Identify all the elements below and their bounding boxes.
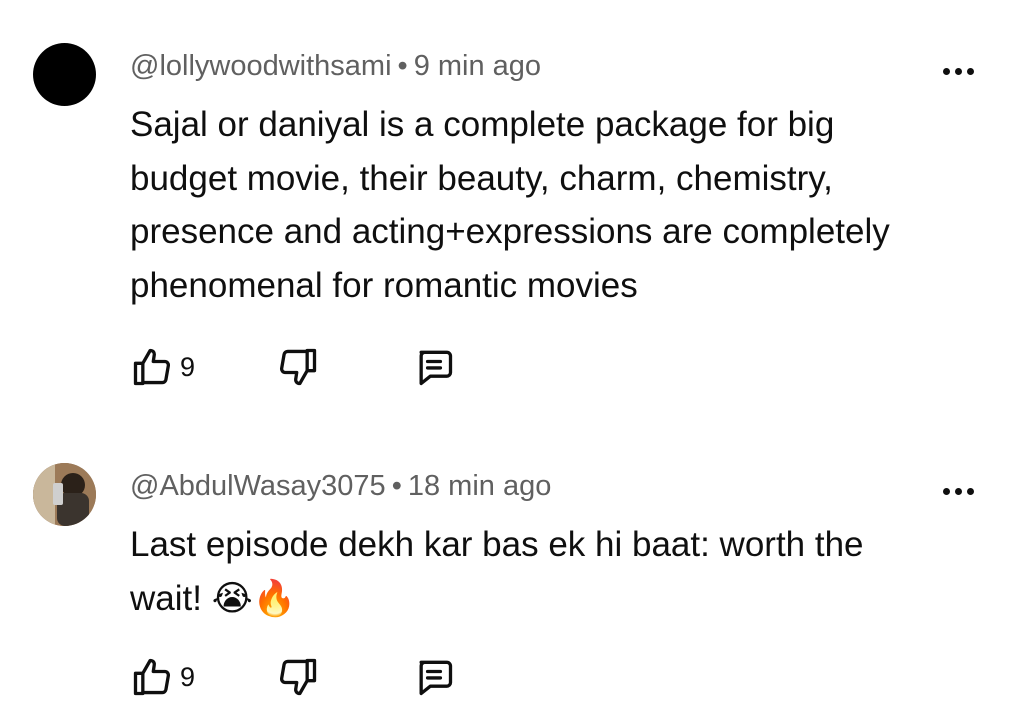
thumbs-down-icon — [276, 345, 320, 389]
like-count: 9 — [180, 661, 196, 692]
thumbs-up-icon — [130, 345, 174, 389]
reply-button[interactable] — [412, 345, 456, 389]
separator: • — [397, 50, 408, 82]
dislike-button[interactable] — [276, 345, 320, 389]
like-button[interactable]: 9 — [130, 655, 195, 699]
like-button[interactable]: 9 — [130, 345, 195, 389]
author-handle[interactable]: @lollywoodwithsami — [130, 50, 392, 82]
comment-text-line: presence and acting+expressions are comp… — [130, 212, 890, 251]
like-count: 9 — [180, 351, 196, 382]
comment-text-line: Last episode dekh kar bas ek hi baat: wo… — [130, 525, 864, 564]
more-options-icon[interactable] — [943, 488, 974, 495]
separator: • — [391, 470, 402, 502]
comment-text-line: Sajal or daniyal is a complete package f… — [130, 105, 835, 144]
comment-text-line: budget movie, their beauty, charm, chemi… — [130, 158, 833, 198]
avatar[interactable] — [33, 43, 96, 106]
reply-button[interactable] — [412, 655, 456, 699]
author-handle[interactable]: @AbdulWasay3075 — [130, 470, 386, 502]
thumbs-down-icon — [276, 655, 320, 699]
comment-text-line: phenomenal for romantic movies — [130, 265, 638, 305]
comment-header: @AbdulWasay3075 • 18 min ago — [130, 470, 551, 503]
dislike-button[interactable] — [276, 655, 320, 699]
comment-text: Last episode dekh kar bas ek hi baat: wo… — [130, 518, 960, 625]
comment-text-line: wait! 😭🔥 — [130, 578, 297, 618]
comment-header: @lollywoodwithsami • 9 min ago — [130, 50, 541, 83]
more-options-icon[interactable] — [943, 68, 974, 75]
avatar[interactable] — [33, 463, 96, 526]
reply-comment-icon — [412, 345, 456, 389]
reply-comment-icon — [412, 655, 456, 699]
comment-time: 9 min ago — [413, 50, 542, 82]
thumbs-up-icon — [130, 655, 174, 699]
comment-text: Sajal or daniyal is a complete package f… — [130, 98, 960, 312]
comment-time: 18 min ago — [407, 470, 552, 502]
